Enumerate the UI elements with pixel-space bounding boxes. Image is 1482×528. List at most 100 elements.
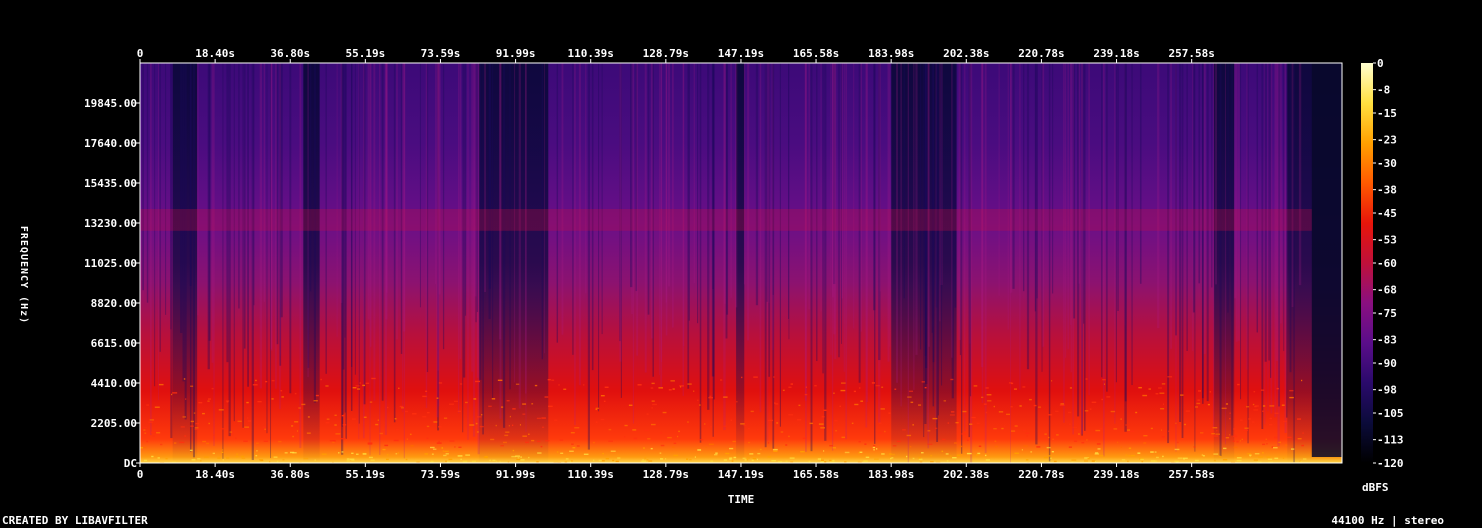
x-tick-label-top: 55.19s (345, 47, 385, 60)
harmonic-dot (528, 433, 530, 435)
spectral-streak (1048, 63, 1051, 462)
harmonic-dot (459, 383, 463, 385)
colorbar-label: dBFS (1362, 481, 1389, 494)
harmonic-dot (525, 441, 529, 444)
spectral-streak (393, 63, 396, 423)
harmonic-dot (651, 382, 655, 385)
harmonic-dot (749, 453, 754, 455)
spectral-streak (184, 63, 187, 420)
harmonic-dot (1207, 403, 1210, 406)
harmonic-dot (1025, 432, 1030, 434)
harmonic-dot (541, 417, 546, 419)
harmonic-dot (387, 454, 389, 456)
spectral-streak (1213, 63, 1215, 429)
harmonic-dot (520, 456, 522, 458)
harmonic-dot (644, 457, 647, 459)
harmonic-dot (571, 443, 574, 445)
spectral-streak (671, 63, 674, 328)
harmonic-dot (949, 414, 955, 416)
harmonic-dot (873, 449, 875, 451)
x-tick-label-top: 220.78s (1018, 47, 1064, 60)
harmonic-dot (950, 455, 952, 457)
harmonic-dot (292, 433, 294, 435)
x-tick-label-top: 128.79s (643, 47, 689, 60)
spectral-streak (712, 63, 714, 289)
spectral-streak (1224, 63, 1226, 445)
harmonic-dot (950, 378, 954, 381)
harmonic-dot (303, 457, 309, 460)
harmonic-dot (1052, 438, 1054, 440)
harmonic-dot (352, 387, 357, 389)
spectral-streak (467, 63, 469, 440)
silence-band (1311, 63, 1342, 457)
spectral-streak (1139, 63, 1142, 284)
harmonic-dot (464, 401, 468, 404)
harmonic-dot (1197, 399, 1200, 401)
harmonic-dot (545, 440, 550, 442)
harmonic-dot (1068, 423, 1072, 425)
harmonic-dot (864, 443, 867, 445)
harmonic-dot (1162, 455, 1164, 458)
x-axis-top: 0 18.40s 36.80s 55.19s 73.59s 91.99s 110.39s 12… (137, 47, 1215, 63)
spectral-streak (841, 63, 842, 344)
spectral-streak (1293, 63, 1295, 463)
harmonic-dot (363, 416, 367, 418)
harmonic-dot (282, 459, 285, 461)
harmonic-dot (756, 458, 759, 461)
harmonic-dot (1051, 450, 1054, 453)
y-tick-label: 19845.00 (84, 97, 137, 110)
harmonic-dot (986, 394, 992, 396)
harmonic-dot (670, 380, 675, 382)
harmonic-dot (659, 452, 662, 454)
x-tick-label-bottom: 128.79s (643, 468, 689, 481)
harmonic-dot (771, 459, 776, 462)
harmonic-dot (508, 425, 510, 427)
harmonic-dot (742, 457, 746, 460)
harmonic-dot (894, 388, 897, 390)
harmonic-dot (1160, 429, 1163, 431)
harmonic-dot (648, 460, 653, 462)
harmonic-dot (601, 460, 605, 462)
spectral-streak (1192, 63, 1195, 313)
harmonic-dot (840, 389, 846, 392)
harmonic-dot (918, 404, 922, 406)
spectral-streak (830, 63, 832, 355)
harmonic-dot (918, 458, 923, 461)
harmonic-dot (1202, 455, 1205, 457)
harmonic-dot (1094, 460, 1096, 463)
harmonic-dot (571, 460, 573, 462)
harmonic-dot (462, 460, 468, 463)
harmonic-dot (698, 439, 704, 441)
spectrogram-chart: 0 18.40s 36.80s 55.19s 73.59s 91.99s 110.39s 12… (84, 47, 1403, 506)
harmonic-dot (1102, 378, 1106, 381)
harmonic-dot (244, 426, 250, 428)
harmonic-dot (202, 412, 205, 415)
harmonic-dot (432, 448, 437, 450)
harmonic-dot (1152, 428, 1154, 431)
harmonic-dot (1155, 393, 1159, 395)
spectral-streak (1247, 63, 1249, 444)
spectral-streak (358, 63, 360, 440)
harmonic-dot (773, 450, 778, 452)
harmonic-dot (371, 377, 376, 380)
spectral-streak (367, 63, 370, 320)
harmonic-dot (1241, 438, 1243, 441)
spectral-streak (668, 63, 670, 287)
harmonic-dot (1137, 452, 1141, 454)
harmonic-dot (448, 458, 453, 461)
spectral-streak (1280, 63, 1282, 324)
spectral-streak (601, 63, 603, 335)
harmonic-dot (743, 424, 747, 427)
harmonic-dot (935, 427, 938, 430)
spectral-streak (1206, 63, 1209, 402)
harmonic-dot (880, 408, 885, 410)
spectral-streak (903, 63, 905, 299)
harmonic-dot (409, 433, 412, 436)
harmonic-dot (335, 433, 341, 435)
harmonic-dot (595, 407, 600, 410)
harmonic-dot (642, 459, 644, 461)
x-tick-label-bottom: 36.80s (270, 468, 310, 481)
harmonic-dot (425, 390, 428, 393)
harmonic-dot (351, 459, 355, 462)
harmonic-dot (365, 382, 370, 385)
